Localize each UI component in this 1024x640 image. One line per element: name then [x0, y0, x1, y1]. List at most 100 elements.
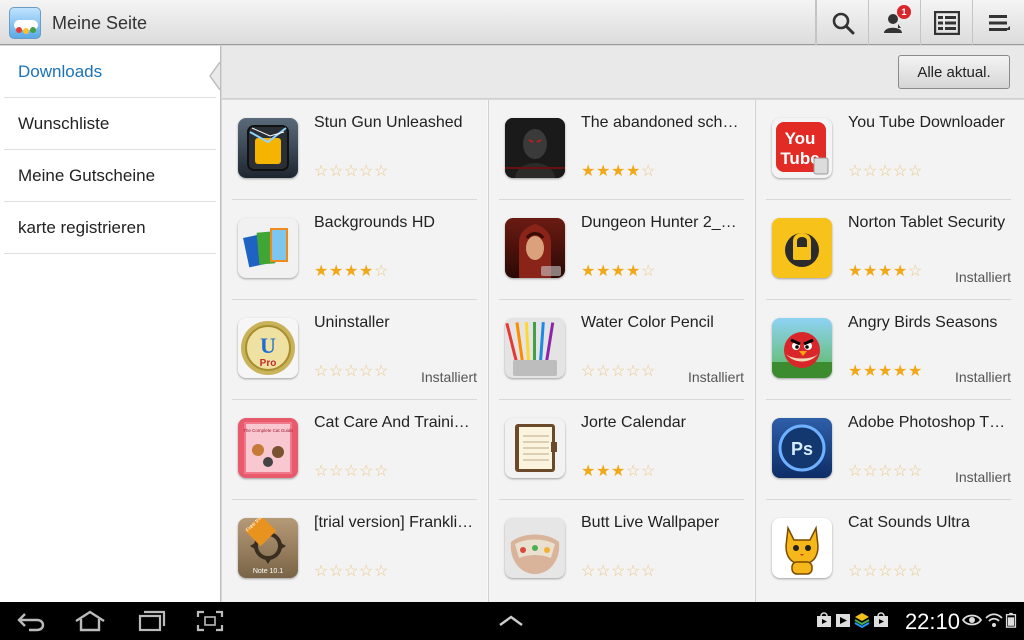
update-all-button[interactable]: Alle aktual.	[898, 55, 1010, 89]
star-empty-icon: ☆	[314, 363, 329, 380]
star-filled-icon: ★	[581, 263, 596, 280]
rating-stars: ★ ★ ★ ★ ☆	[581, 263, 656, 281]
app-card-photoshop[interactable]: Ps Adobe Photoshop T… ☆ ☆ ☆ ☆ ☆ Installiert	[766, 400, 1011, 500]
cloud-market-icon[interactable]	[9, 7, 41, 39]
notification-badge: 1	[897, 5, 911, 19]
app-card-norton[interactable]: Norton Tablet Security ★ ★ ★ ★ ☆ Installiert	[766, 200, 1011, 300]
rating-stars: ☆ ☆ ☆ ☆ ☆	[314, 463, 389, 481]
overflow-menu-button[interactable]	[972, 0, 1024, 45]
install-status: Installiert	[687, 369, 744, 385]
star-filled-icon: ★	[611, 263, 626, 280]
content-toolbar: Alle aktual.	[222, 46, 1024, 99]
star-empty-icon: ☆	[359, 163, 374, 180]
battery-icon	[1005, 612, 1017, 628]
app-card-cat-care[interactable]: The Complete Cat Guide Cat Care And Trai…	[232, 400, 477, 500]
app-title: Backgrounds HD	[314, 214, 435, 231]
rating-stars: ☆ ☆ ☆ ☆ ☆	[848, 163, 923, 181]
app-title: Norton Tablet Security	[848, 214, 1006, 231]
list-view-button[interactable]	[920, 0, 972, 45]
app-card-water-color-pencil[interactable]: Water Color Pencil ☆ ☆ ☆ ☆ ☆ Installiert	[499, 300, 744, 400]
sidebar-item-wishlist[interactable]: Wunschliste	[4, 98, 216, 150]
notification-play-icon	[836, 614, 850, 627]
recent-apps-button[interactable]	[134, 608, 170, 634]
youtube-you-text: You	[785, 129, 816, 148]
app-card-abandoned-school[interactable]: The abandoned sch… ★ ★ ★ ★ ☆	[499, 100, 744, 200]
star-empty-icon: ☆	[848, 563, 863, 580]
star-filled-icon: ★	[893, 363, 908, 380]
star-empty-icon: ☆	[863, 463, 878, 480]
star-empty-icon: ☆	[359, 463, 374, 480]
notification-market-icon	[874, 612, 888, 627]
youtube-downloader-icon: You Tube	[772, 118, 832, 178]
star-empty-icon: ☆	[374, 563, 389, 580]
home-button[interactable]	[72, 608, 108, 634]
app-title: Dungeon Hunter 2_…	[581, 214, 737, 231]
star-filled-icon: ★	[344, 263, 359, 280]
photoshop-icon: Ps	[772, 418, 832, 478]
star-filled-icon: ★	[329, 263, 344, 280]
star-empty-icon: ☆	[581, 563, 596, 580]
uninstaller-icon: U Pro	[238, 318, 298, 378]
eye-icon	[962, 614, 982, 626]
screenshot-button[interactable]	[194, 608, 226, 634]
star-empty-icon: ☆	[641, 563, 656, 580]
star-empty-icon: ☆	[893, 563, 908, 580]
star-empty-icon: ☆	[878, 463, 893, 480]
star-empty-icon: ☆	[863, 163, 878, 180]
star-empty-icon: ☆	[344, 463, 359, 480]
rating-stars: ★ ★ ★ ★ ☆	[848, 263, 923, 281]
uninstaller-pro-text: Pro	[260, 358, 277, 369]
star-empty-icon: ☆	[359, 563, 374, 580]
search-button[interactable]	[816, 0, 868, 45]
photoshop-ps-text: Ps	[791, 439, 813, 459]
app-column-1: Stun Gun Unleashed ☆ ☆ ☆ ☆ ☆ Backgrounds HD …	[222, 100, 487, 602]
list-view-icon	[933, 10, 960, 35]
star-empty-icon: ☆	[344, 163, 359, 180]
install-status: Installiert	[420, 369, 477, 385]
app-card-franklin[interactable]: Free trial Note 10.1 [trial version] Fra…	[232, 500, 477, 600]
account-button[interactable]: 1	[868, 0, 920, 45]
star-empty-icon: ☆	[314, 463, 329, 480]
star-empty-icon: ☆	[893, 163, 908, 180]
app-title: Cat Sounds Ultra	[848, 514, 970, 531]
star-empty-icon: ☆	[581, 363, 596, 380]
app-card-dungeon-hunter[interactable]: Dungeon Hunter 2_… ★ ★ ★ ★ ☆	[499, 200, 744, 300]
star-filled-icon: ★	[596, 163, 611, 180]
app-card-backgrounds-hd[interactable]: Backgrounds HD ★ ★ ★ ★ ☆	[232, 200, 477, 300]
app-card-angry-birds-seasons[interactable]: Angry Birds Seasons ★ ★ ★ ★ ★ Installiert	[766, 300, 1011, 400]
sidebar-item-downloads[interactable]: Downloads	[4, 46, 216, 98]
app-title: Angry Birds Seasons	[848, 314, 998, 331]
angry-birds-icon	[772, 318, 832, 378]
star-empty-icon: ☆	[878, 163, 893, 180]
star-empty-icon: ☆	[314, 163, 329, 180]
back-button[interactable]	[14, 608, 50, 634]
selection-caret-icon	[209, 62, 220, 90]
star-empty-icon: ☆	[374, 363, 389, 380]
app-card-jorte-calendar[interactable]: Jorte Calendar ★ ★ ★ ☆ ☆	[499, 400, 744, 500]
rating-stars: ☆ ☆ ☆ ☆ ☆	[314, 163, 389, 181]
rating-stars: ★ ★ ★ ★ ★	[848, 363, 923, 381]
chevron-up-icon	[499, 615, 523, 626]
star-empty-icon: ☆	[641, 463, 656, 480]
rating-stars: ☆ ☆ ☆ ☆ ☆	[581, 363, 656, 381]
dungeon-hunter-icon	[505, 218, 565, 278]
star-empty-icon: ☆	[641, 263, 656, 280]
star-empty-icon: ☆	[908, 163, 923, 180]
sidebar-item-register-card[interactable]: karte registrieren	[4, 202, 216, 254]
star-filled-icon: ★	[596, 263, 611, 280]
water-color-pencil-icon	[505, 318, 565, 378]
app-card-cat-sounds[interactable]: Cat Sounds Ultra ☆ ☆ ☆ ☆ ☆	[766, 500, 1011, 600]
sidebar-item-vouchers[interactable]: Meine Gutscheine	[4, 150, 216, 202]
app-tray-button[interactable]	[494, 608, 528, 634]
jorte-calendar-icon	[505, 418, 565, 478]
app-card-butt-live-wallpaper[interactable]: Butt Live Wallpaper ☆ ☆ ☆ ☆ ☆	[499, 500, 744, 600]
app-card-uninstaller[interactable]: U Pro Uninstaller ☆ ☆ ☆ ☆ ☆ Installiert	[232, 300, 477, 400]
app-root: Meine Seite 1 Downloads Wunschliste Mein…	[0, 0, 1024, 640]
app-card-stun-gun[interactable]: Stun Gun Unleashed ☆ ☆ ☆ ☆ ☆	[232, 100, 477, 200]
app-card-youtube-downloader[interactable]: You Tube You Tube Downloader ☆ ☆ ☆ ☆ ☆	[766, 100, 1011, 200]
screenshot-icon	[196, 610, 224, 632]
star-filled-icon: ★	[848, 263, 863, 280]
star-empty-icon: ☆	[848, 163, 863, 180]
rating-stars: ☆ ☆ ☆ ☆ ☆	[581, 563, 656, 581]
star-empty-icon: ☆	[611, 563, 626, 580]
